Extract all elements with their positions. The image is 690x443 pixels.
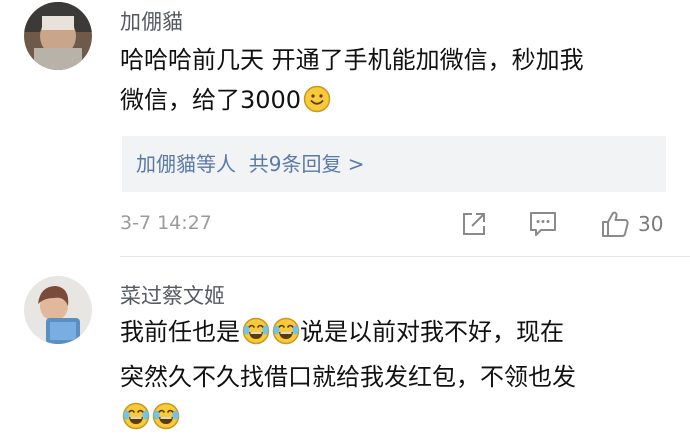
username[interactable]: 加倗貓: [120, 6, 183, 36]
comment-line-text: 说是以前对我不好，现在: [300, 318, 564, 346]
avatar[interactable]: [24, 276, 92, 344]
comment-line-text: 我前任也是: [120, 318, 240, 346]
share-button[interactable]: [460, 208, 488, 240]
username[interactable]: 菜过蔡文姬: [120, 280, 225, 310]
like-count: 30: [638, 212, 664, 236]
comment-line: 我前任也是 说是以前对我不好，现在: [120, 312, 576, 357]
smile-emoji-icon: [303, 85, 331, 125]
comment-time: 3-7 14:27: [120, 212, 212, 234]
divider: [120, 256, 690, 257]
comment-line: 哈哈哈前几天 开通了手机能加微信，秒加我: [120, 46, 584, 74]
replies-users: 加倗貓等人: [136, 152, 236, 176]
laugh-cry-emoji-icon: [152, 402, 180, 442]
comment-text: 哈哈哈前几天 开通了手机能加微信，秒加我 微信，给了3000: [120, 40, 584, 125]
thumbs-up-icon: [602, 211, 629, 237]
comment-text: 我前任也是 说是以前对我不好，现在 突然久不久找借口就给我发红包，不领也发: [120, 312, 576, 442]
laugh-cry-emoji-icon: [242, 317, 270, 357]
comment-line-text: 微信，给了3000: [120, 86, 302, 114]
like-button[interactable]: 30: [600, 208, 663, 240]
comment-line: 突然久不久找借口就给我发红包，不领也发: [120, 363, 576, 391]
comment-button[interactable]: [528, 208, 558, 240]
comment-line: [120, 397, 576, 442]
comment-line: 微信，给了3000: [120, 80, 584, 125]
avatar[interactable]: [24, 2, 92, 70]
comment-icon: [530, 212, 556, 236]
laugh-cry-emoji-icon: [122, 402, 150, 442]
replies-summary[interactable]: 加倗貓等人 共9条回复 >: [122, 136, 666, 192]
replies-count: 共9条回复 >: [248, 152, 365, 176]
share-icon: [463, 213, 485, 235]
laugh-cry-emoji-icon: [272, 317, 300, 357]
